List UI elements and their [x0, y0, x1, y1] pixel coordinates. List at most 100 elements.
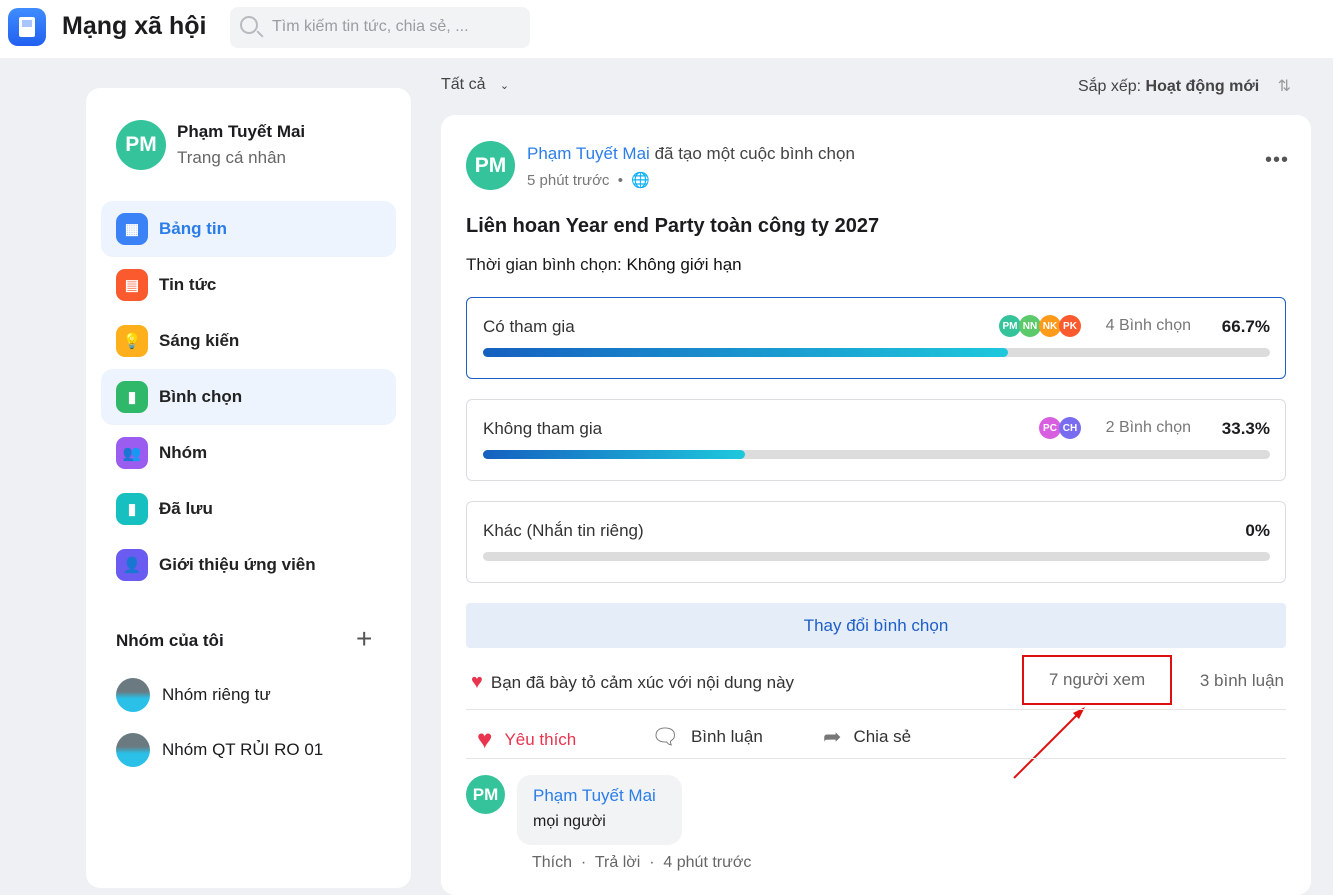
sidebar-item-label: Bình chọn — [159, 387, 243, 406]
sidebar: PM Phạm Tuyết Mai Trang cá nhân ▦ Bảng ti… — [86, 88, 411, 888]
share-arrow-icon: ➦ — [823, 724, 842, 749]
share-button[interactable]: ➦ Chia sẻ — [823, 724, 911, 750]
voter-avatars[interactable]: PC CH — [1039, 417, 1081, 439]
vote-count[interactable]: 4 Bình chọn — [1106, 317, 1191, 335]
commenter-name[interactable]: Phạm Tuyết Mai — [533, 786, 666, 806]
comment-like-link[interactable]: Thích — [532, 854, 572, 871]
sidebar-item-label: Giới thiệu ứng viên — [159, 555, 316, 574]
vote-progress-bar — [483, 348, 1270, 357]
voter-avatar: CH — [1059, 417, 1081, 439]
app-logo-icon[interactable] — [8, 8, 46, 46]
filter-label: Tất cả — [441, 76, 486, 93]
vote-progress-bar — [483, 552, 1270, 561]
poll-option[interactable]: Có tham gia PM NN NK PK 4 Bình chọn 66.7% — [466, 297, 1286, 379]
divider — [466, 709, 1286, 710]
voter-avatar: PC — [1039, 417, 1061, 439]
group-item[interactable]: Nhóm riêng tư — [116, 678, 271, 712]
sidebar-item[interactable]: ▮ Bình chọn — [101, 369, 396, 425]
poll-title: Liên hoan Year end Party toàn công ty 20… — [466, 215, 880, 237]
annotation-arrow — [1013, 707, 1085, 779]
option-label: Có tham gia — [483, 317, 575, 336]
sidebar-item-label: Nhóm — [159, 443, 208, 462]
like-label: Yêu thích — [504, 729, 577, 749]
comment-bubble-icon: 🗨 — [651, 724, 679, 749]
group-avatar — [116, 733, 150, 767]
sidebar-item-label: Đã lưu — [159, 499, 213, 518]
lightbulb-icon: 💡 — [116, 325, 148, 357]
sidebar-item-label: Tin tức — [159, 275, 217, 294]
share-label: Chia sẻ — [853, 727, 912, 746]
sidebar-item[interactable]: 👥 Nhóm — [101, 425, 396, 481]
heart-icon: ♥ — [477, 724, 493, 754]
sidebar-item[interactable]: 👤 Giới thiệu ứng viên — [101, 537, 396, 593]
sort-dropdown[interactable]: Sắp xếp: Hoạt động mới ⇅ — [1078, 76, 1291, 96]
vote-progress-fill — [483, 348, 1008, 357]
comment-button[interactable]: 🗨 Bình luận — [651, 724, 763, 750]
filter-dropdown[interactable]: Tất cả ⌄ — [441, 76, 509, 94]
option-label: Khác (Nhắn tin riêng) — [483, 521, 644, 540]
vote-progress-fill — [483, 450, 746, 459]
group-name: Nhóm riêng tư — [162, 685, 271, 704]
voter-avatar: PK — [1059, 315, 1081, 337]
group-item[interactable]: Nhóm QT RỦI RO 01 — [116, 733, 323, 767]
vote-percent: 0% — [1245, 521, 1270, 540]
comment-reply-link[interactable]: Trả lời — [595, 854, 640, 871]
group-icon: 👥 — [116, 437, 148, 469]
voter-avatar: NK — [1039, 315, 1061, 337]
group-name: Nhóm QT RỦI RO 01 — [162, 740, 324, 759]
sort-icon: ⇅ — [1277, 78, 1291, 95]
author-name-link[interactable]: Phạm Tuyết Mai — [527, 144, 650, 163]
search-placeholder: Tìm kiếm tin tức, chia sẻ, ... — [272, 18, 469, 35]
my-groups-heading: Nhóm của tôi — [116, 631, 224, 650]
voter-avatars[interactable]: PM NN NK PK — [999, 315, 1081, 337]
sidebar-item[interactable]: ▦ Bảng tin — [101, 201, 396, 257]
search-input[interactable]: Tìm kiếm tin tức, chia sẻ, ... — [230, 7, 530, 48]
vote-percent: 33.3% — [1221, 419, 1270, 438]
heart-reaction-icon: ♥ — [471, 671, 483, 693]
deadline-value: Không giới hạn — [626, 255, 742, 274]
sort-value: Hoạt động mới — [1145, 78, 1260, 95]
chevron-down-icon: ⌄ — [499, 80, 510, 92]
vote-percent: 66.7% — [1221, 317, 1270, 336]
newsfeed-icon: ▦ — [116, 213, 148, 245]
comments-count[interactable]: 3 bình luận — [1200, 671, 1284, 691]
views-count[interactable]: 7 người xem — [1022, 655, 1172, 705]
poll-option[interactable]: Khác (Nhắn tin riêng) 0% — [466, 501, 1286, 583]
group-avatar — [116, 678, 150, 712]
user-add-icon: 👤 — [116, 549, 148, 581]
voter-avatar: PM — [999, 315, 1021, 337]
sidebar-item-label: Sáng kiến — [159, 331, 240, 350]
poll-chart-icon: ▮ — [116, 381, 148, 413]
sidebar-item[interactable]: ▮ Đã lưu — [101, 481, 396, 537]
add-group-plus-icon[interactable]: + — [356, 623, 372, 655]
app-header: Mạng xã hội Tìm kiếm tin tức, chia sẻ, .… — [0, 0, 1333, 58]
vote-count[interactable]: 2 Bình chọn — [1106, 419, 1191, 437]
sidebar-item[interactable]: 💡 Sáng kiến — [101, 313, 396, 369]
author-avatar[interactable]: PM — [466, 141, 515, 190]
like-button[interactable]: ♥ Yêu thích — [477, 724, 576, 755]
change-vote-button[interactable]: Thay đổi bình chọn — [466, 603, 1286, 648]
sort-label: Sắp xếp: — [1077, 78, 1142, 95]
reaction-text: Bạn đã bày tỏ cảm xúc với nội dung này — [490, 672, 795, 692]
bookmark-icon: ▮ — [116, 493, 148, 525]
deadline-label: Thời gian bình chọn: — [466, 255, 622, 274]
search-icon — [240, 16, 258, 34]
poll-option[interactable]: Không tham gia PC CH 2 Bình chọn 33.3% — [466, 399, 1286, 481]
more-options-icon[interactable]: ••• — [1265, 149, 1289, 172]
news-icon: ▤ — [116, 269, 148, 301]
profile-name[interactable]: Phạm Tuyết Mai — [177, 122, 305, 142]
poll-post-card: PM Phạm Tuyết Mai đã tạo một cuộc bình c… — [441, 115, 1311, 895]
feed-filter-bar: Tất cả ⌄ Sắp xếp: Hoạt động mới ⇅ — [441, 60, 1311, 100]
avatar[interactable]: PM — [116, 120, 166, 170]
sidebar-item-label: Bảng tin — [159, 219, 227, 238]
voter-avatar: NN — [1019, 315, 1041, 337]
post-action-text: đã tạo một cuộc bình chọn — [654, 144, 855, 163]
post-time: 5 phút trước — [527, 172, 610, 189]
divider — [466, 758, 1286, 759]
sidebar-item[interactable]: ▤ Tin tức — [101, 257, 396, 313]
globe-icon: 🌐 — [631, 172, 651, 189]
commenter-avatar[interactable]: PM — [466, 775, 505, 814]
profile-link[interactable]: Trang cá nhân — [177, 148, 286, 168]
comment-label: Bình luận — [690, 727, 763, 746]
comment-time: 4 phút trước — [663, 854, 752, 871]
